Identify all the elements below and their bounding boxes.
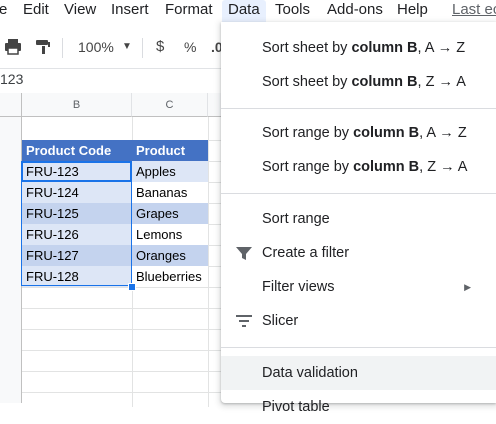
menu-item-sort-sheet-za[interactable]: Sort sheet by column B, Z → A <box>221 65 496 99</box>
menu-item-data-validation[interactable]: Data validation <box>221 356 496 390</box>
menu-insert[interactable]: Insert <box>111 0 149 22</box>
menu-format[interactable]: Format <box>165 0 213 22</box>
chevron-down-icon[interactable]: ▼ <box>122 30 132 64</box>
menu-help[interactable]: Help <box>397 0 428 22</box>
menu-item-label: , Z → A <box>419 159 468 175</box>
last-edit-link[interactable]: Last ec <box>452 0 496 22</box>
menu-item-label: Sort range <box>262 211 330 227</box>
menu-item-label: Sort sheet by <box>262 74 352 90</box>
table-header-product[interactable]: Product <box>132 140 208 161</box>
menu-item-sort-sheet-az[interactable]: Sort sheet by column B, A → Z <box>221 31 496 65</box>
menu-item-label-bold: column B <box>353 159 420 175</box>
table-header-product-code[interactable]: Product Code <box>22 140 132 161</box>
menu-divider <box>221 108 496 109</box>
menu-item-sort-range-az[interactable]: Sort range by column B, A → Z <box>221 116 496 150</box>
percent-format-button[interactable]: % <box>184 30 196 64</box>
zoom-select[interactable]: 100% <box>78 30 114 64</box>
menu-data[interactable]: Data <box>222 0 266 22</box>
column-header-c[interactable]: C <box>132 93 208 117</box>
menu-item-sort-range[interactable]: Sort range <box>221 202 496 236</box>
table-cell[interactable]: Bananas <box>132 182 208 203</box>
menu-item-label: Filter views <box>262 279 335 295</box>
menu-file[interactable]: e <box>0 0 7 22</box>
menu-item-label: Slicer <box>262 313 299 329</box>
table-cell[interactable]: Oranges <box>132 245 208 266</box>
menu-item-label: , A → Z <box>419 125 467 141</box>
menu-item-label-bold: column B <box>353 125 420 141</box>
paint-format-icon[interactable] <box>34 30 52 64</box>
menu-divider <box>221 347 496 348</box>
table-cell[interactable]: Lemons <box>132 224 208 245</box>
name-box[interactable]: 123 <box>0 71 23 87</box>
slicer-icon <box>234 304 254 338</box>
menu-tools[interactable]: Tools <box>275 0 310 22</box>
menu-item-label: Sort range by <box>262 125 354 141</box>
column-header-b[interactable]: B <box>22 93 132 117</box>
menu-item-slicer[interactable]: Slicer <box>221 304 496 338</box>
menu-item-label: Create a filter <box>262 245 350 261</box>
menu-item-label: , Z → A <box>417 74 466 90</box>
table-cell[interactable]: FRU-124 <box>22 182 132 203</box>
menu-view[interactable]: View <box>64 0 96 22</box>
submenu-arrow-icon: ▶ <box>464 282 471 292</box>
menu-divider <box>221 193 496 194</box>
table-cell[interactable]: Apples <box>132 161 208 182</box>
select-all-corner[interactable] <box>0 93 22 117</box>
row-headers <box>0 117 22 403</box>
fill-handle[interactable] <box>128 283 136 291</box>
menu-item-pivot-table[interactable]: Pivot table <box>221 390 496 424</box>
menu-bar: e Edit View Insert Format Data Tools Add… <box>0 0 496 22</box>
toolbar-divider <box>142 38 143 58</box>
print-icon[interactable] <box>4 30 22 64</box>
table-cell[interactable]: FRU-127 <box>22 245 132 266</box>
menu-item-label: Pivot table <box>262 399 330 415</box>
currency-format-button[interactable]: $ <box>156 30 164 64</box>
menu-item-label: , A → Z <box>417 40 466 56</box>
filter-icon <box>234 236 254 270</box>
menu-item-label: Sort range by <box>262 159 354 175</box>
menu-item-label-bold: column B <box>351 40 418 56</box>
toolbar-divider <box>62 38 63 58</box>
menu-item-label: Sort sheet by <box>262 40 352 56</box>
table-cell[interactable]: FRU-125 <box>22 203 132 224</box>
table-cell[interactable]: Grapes <box>132 203 208 224</box>
menu-item-label-bold: column B <box>351 74 418 90</box>
menu-edit[interactable]: Edit <box>23 0 49 22</box>
table-cell[interactable]: FRU-123 <box>22 161 132 182</box>
data-menu-dropdown: Sort sheet by column B, A → Z Sort sheet… <box>221 22 496 415</box>
menu-addons[interactable]: Add-ons <box>327 0 383 22</box>
table-cell[interactable]: FRU-126 <box>22 224 132 245</box>
menu-item-label: Data validation <box>262 365 358 381</box>
menu-item-create-filter[interactable]: Create a filter <box>221 236 496 270</box>
table-cell[interactable]: Blueberries <box>132 266 208 287</box>
table-cell[interactable]: FRU-128 <box>22 266 132 287</box>
menu-item-sort-range-za[interactable]: Sort range by column B, Z → A <box>221 150 496 184</box>
menu-item-filter-views[interactable]: Filter views ▶ <box>221 270 496 304</box>
